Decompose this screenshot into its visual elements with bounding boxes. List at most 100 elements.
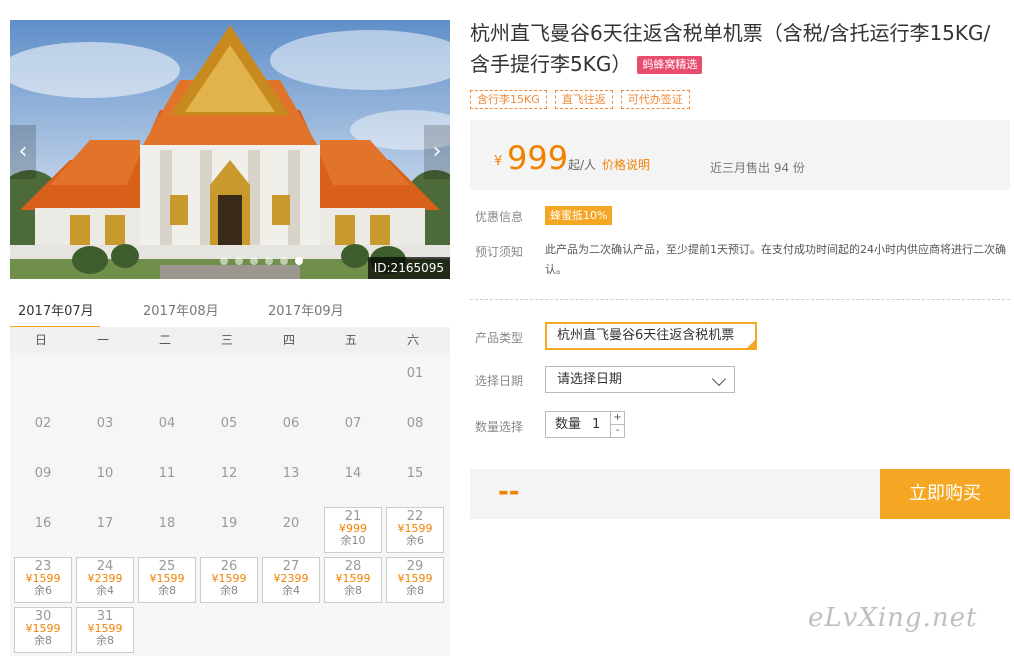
calendar-day-remaining: 余8 bbox=[406, 584, 424, 597]
calendar-day-number: 12 bbox=[220, 466, 238, 481]
product-title: 杭州直飞曼谷6天往返含税单机票（含税/含托运行李15KG/含手提行李5KG） 蚂蜂… bbox=[470, 18, 1005, 80]
weekday-mon: 一 bbox=[96, 333, 109, 347]
calendar-day-remaining: 余4 bbox=[282, 584, 300, 597]
calendar-day-number: 18 bbox=[158, 516, 176, 531]
weekday-sun: 日 bbox=[34, 333, 47, 347]
product-type-option[interactable]: 杭州直飞曼谷6天往返含税机票 bbox=[545, 322, 757, 350]
product-type-value: 杭州直飞曼谷6天往返含税机票 bbox=[557, 328, 735, 343]
calendar-day-number: 07 bbox=[344, 416, 362, 431]
quantity-plus-button[interactable]: + bbox=[610, 412, 624, 425]
chevron-right-icon[interactable]: › bbox=[424, 125, 450, 179]
total-bar: -- bbox=[470, 469, 880, 519]
calendar-day-number: 20 bbox=[282, 516, 300, 531]
calendar-day-remaining: 余4 bbox=[96, 584, 114, 597]
quantity-stepper: 数量 1 + - bbox=[545, 411, 625, 438]
date-select[interactable]: 请选择日期 bbox=[545, 366, 735, 393]
calendar-day[interactable]: 26 ¥1599 余8 bbox=[200, 557, 258, 603]
calendar-day[interactable]: 28 ¥1599 余8 bbox=[324, 557, 382, 603]
calendar-day[interactable]: 29 ¥1599 余8 bbox=[386, 557, 444, 603]
tab-month-2017-09[interactable]: 2017年09月 bbox=[260, 296, 385, 329]
promo-label: 优惠信息 bbox=[475, 210, 524, 224]
calendar-day: 17 bbox=[76, 507, 134, 553]
calendar-day: 06 bbox=[262, 407, 320, 453]
calendar-day-number: 06 bbox=[282, 416, 300, 431]
price-amount: 999 bbox=[507, 139, 569, 177]
calendar-grid: 01 02 03 04 05 06 07 08 09 10 11 12 13 14 15 16 17 18 19 20… bbox=[10, 353, 450, 656]
calendar-day-number: 27 bbox=[282, 559, 300, 574]
calendar-day-number: 01 bbox=[406, 366, 424, 381]
tab-month-2017-07[interactable]: 2017年07月 bbox=[10, 296, 100, 329]
weekday-wed: 三 bbox=[220, 333, 233, 347]
calendar-day-remaining: 余6 bbox=[34, 584, 52, 597]
slide-dot[interactable] bbox=[235, 257, 243, 265]
slide-dot[interactable] bbox=[265, 257, 273, 265]
calendar-day-number: 04 bbox=[158, 416, 176, 431]
calendar-day: 11 bbox=[138, 457, 196, 503]
calendar-day-number: 03 bbox=[96, 416, 114, 431]
calendar-day: 07 bbox=[324, 407, 382, 453]
calendar-day: 15 bbox=[386, 457, 444, 503]
calendar-day-number: 23 bbox=[34, 559, 52, 574]
calendar-day[interactable]: 27 ¥2399 余4 bbox=[262, 557, 320, 603]
slide-dot[interactable] bbox=[280, 257, 288, 265]
tag-luggage: 含行李15KG bbox=[470, 90, 547, 109]
calendar-day: 04 bbox=[138, 407, 196, 453]
product-gallery[interactable]: ‹ › ID:2165095 bbox=[10, 20, 450, 279]
weekday-sat: 六 bbox=[406, 333, 419, 347]
calendar-day-remaining: 余8 bbox=[96, 634, 114, 647]
calendar-day: 05 bbox=[200, 407, 258, 453]
calendar-day-number: 13 bbox=[282, 466, 300, 481]
calendar-day[interactable]: 25 ¥1599 余8 bbox=[138, 557, 196, 603]
calendar-day: 14 bbox=[324, 457, 382, 503]
calendar-day-number: 26 bbox=[220, 559, 238, 574]
calendar-day[interactable]: 24 ¥2399 余4 bbox=[76, 557, 134, 603]
calendar-day: 09 bbox=[14, 457, 72, 503]
calendar-day-number: 19 bbox=[220, 516, 238, 531]
calendar-day-number: 31 bbox=[96, 609, 114, 624]
calendar-day: 13 bbox=[262, 457, 320, 503]
calendar-day[interactable]: 30 ¥1599 余8 bbox=[14, 607, 72, 653]
calendar-day: 08 bbox=[386, 407, 444, 453]
quantity-value[interactable]: 1 bbox=[592, 412, 600, 437]
notice-label: 预订须知 bbox=[475, 245, 524, 259]
calendar-day-number: 05 bbox=[220, 416, 238, 431]
buy-now-button[interactable]: 立即购买 bbox=[880, 469, 1010, 519]
mafengwo-pick-badge: 蚂蜂窝精选 bbox=[637, 56, 703, 74]
month-tabs: 2017年07月 2017年08月 2017年09月 bbox=[10, 296, 450, 329]
calendar-day[interactable]: 21 ¥999 余10 bbox=[324, 507, 382, 553]
product-type-label: 产品类型 bbox=[475, 331, 524, 345]
slide-dot[interactable] bbox=[220, 257, 228, 265]
calendar-day-number: 09 bbox=[34, 466, 52, 481]
calendar-day: 10 bbox=[76, 457, 134, 503]
calendar-day-number: 28 bbox=[344, 559, 362, 574]
calendar-day: 03 bbox=[76, 407, 134, 453]
promo-badge: 蜂蜜抵10% bbox=[545, 206, 613, 225]
calendar-day[interactable]: 31 ¥1599 余8 bbox=[76, 607, 134, 653]
calendar-day-remaining: 余8 bbox=[34, 634, 52, 647]
chevron-left-icon[interactable]: ‹ bbox=[10, 125, 36, 179]
divider bbox=[470, 299, 1010, 300]
date-placeholder: 请选择日期 bbox=[557, 372, 623, 387]
temple-photo bbox=[10, 20, 450, 279]
calendar-day-number: 17 bbox=[96, 516, 114, 531]
calendar-day-number: 11 bbox=[158, 466, 176, 481]
price-unit: 起/人 bbox=[568, 158, 597, 172]
product-id-badge: ID:2165095 bbox=[367, 257, 450, 279]
chevron-down-icon bbox=[711, 371, 727, 387]
calendar-day-number: 25 bbox=[158, 559, 176, 574]
tab-month-2017-08[interactable]: 2017年08月 bbox=[135, 296, 260, 329]
calendar-day: 19 bbox=[200, 507, 258, 553]
product-title-text: 杭州直飞曼谷6天往返含税单机票（含税/含托运行李15KG/含手提行李5KG） bbox=[470, 21, 991, 76]
slide-dot[interactable] bbox=[295, 257, 303, 265]
quantity-minus-button[interactable]: - bbox=[610, 425, 624, 438]
calendar-day: 16 bbox=[14, 507, 72, 553]
calendar-day-number: 02 bbox=[34, 416, 52, 431]
watermark-logo: eLvXing.net bbox=[808, 603, 978, 633]
calendar-weekday-header: 日 一 二 三 四 五 六 bbox=[10, 327, 450, 353]
slide-dot[interactable] bbox=[250, 257, 258, 265]
price-explanation-link[interactable]: 价格说明 bbox=[602, 156, 650, 173]
calendar-day[interactable]: 22 ¥1599 余6 bbox=[386, 507, 444, 553]
calendar-day[interactable]: 23 ¥1599 余6 bbox=[14, 557, 72, 603]
calendar-day-remaining: 余6 bbox=[406, 534, 424, 547]
calendar-day-number: 30 bbox=[34, 609, 52, 624]
